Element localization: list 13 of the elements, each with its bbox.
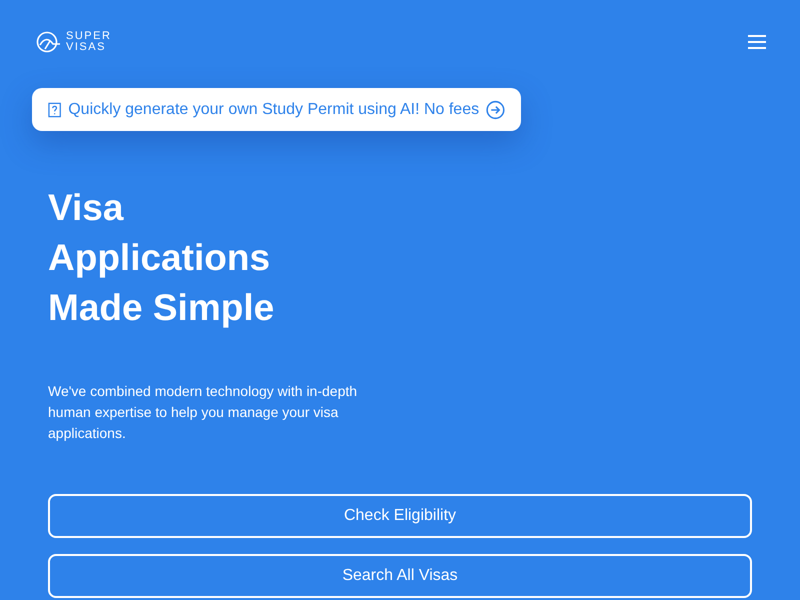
hero-title: Made Simple [48, 286, 276, 330]
action-button[interactable]: Check Eligibility [48, 494, 752, 538]
hero-title: Visa [48, 186, 125, 230]
logo-text: VISAS [66, 42, 107, 53]
menu-icon[interactable] [748, 35, 766, 49]
action-button[interactable]: Search All Visas [48, 554, 752, 598]
logo-icon [36, 30, 62, 54]
question-box-icon [48, 102, 62, 118]
logo-text: SUPER [66, 31, 112, 42]
hero-title: Applications [48, 236, 272, 280]
hero-description: We've combined modern technology with in-depth human expertise to help you manage your visa applications. [48, 382, 358, 443]
promo-banner[interactable]: Quickly generate your own Study Permit using AI! No fees [32, 88, 521, 131]
arrow-circle-icon [486, 100, 505, 120]
